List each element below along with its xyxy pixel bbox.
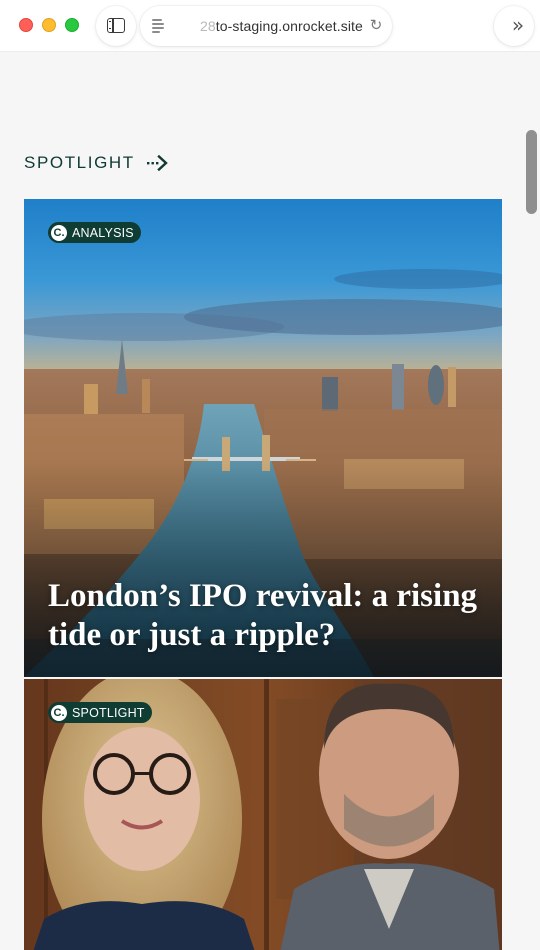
url-prefix: 28 (200, 18, 216, 34)
scrollbar-thumb[interactable] (526, 130, 537, 214)
badge-label: ANALYSIS (72, 225, 134, 240)
address-bar[interactable]: 28to-staging.onrocket.site ↻ (140, 6, 392, 46)
minimize-window-button[interactable] (42, 18, 56, 32)
category-badge[interactable]: C. ANALYSIS (48, 222, 141, 243)
url-text[interactable]: 28to-staging.onrocket.site (200, 18, 363, 34)
close-window-button[interactable] (19, 18, 33, 32)
forward-icon: » (511, 13, 524, 37)
page-content: SPOTLIGHT C. ANALYSIS London’s IPO reviv… (0, 53, 524, 950)
spotlight-section-header[interactable]: SPOTLIGHT (24, 153, 169, 173)
browser-window: 28to-staging.onrocket.site ↻ » SPOTLIGHT (0, 0, 540, 950)
article-headline[interactable]: London’s IPO revival: a rising tide or j… (48, 577, 478, 655)
browser-toolbar: 28to-staging.onrocket.site ↻ » (0, 0, 540, 52)
badge-label: SPOTLIGHT (72, 705, 145, 720)
brand-logo-icon: C. (51, 704, 67, 721)
article-card-london-ipo[interactable]: C. ANALYSIS London’s IPO revival: a risi… (24, 199, 502, 677)
category-badge[interactable]: C. SPOTLIGHT (48, 702, 152, 723)
dotted-arrow-icon (146, 155, 168, 171)
forward-button[interactable]: » (494, 6, 534, 46)
brand-logo-icon: C. (51, 224, 67, 241)
sidebar-toggle-button[interactable] (96, 6, 136, 46)
zoom-window-button[interactable] (65, 18, 79, 32)
section-title: SPOTLIGHT (24, 153, 135, 172)
reader-icon[interactable] (152, 18, 164, 33)
reload-icon[interactable]: ↻ (368, 17, 384, 33)
article-card-spotlight[interactable]: C. SPOTLIGHT (24, 679, 502, 950)
url-domain: to-staging.onrocket.site (215, 18, 363, 34)
sidebar-icon (107, 18, 125, 33)
